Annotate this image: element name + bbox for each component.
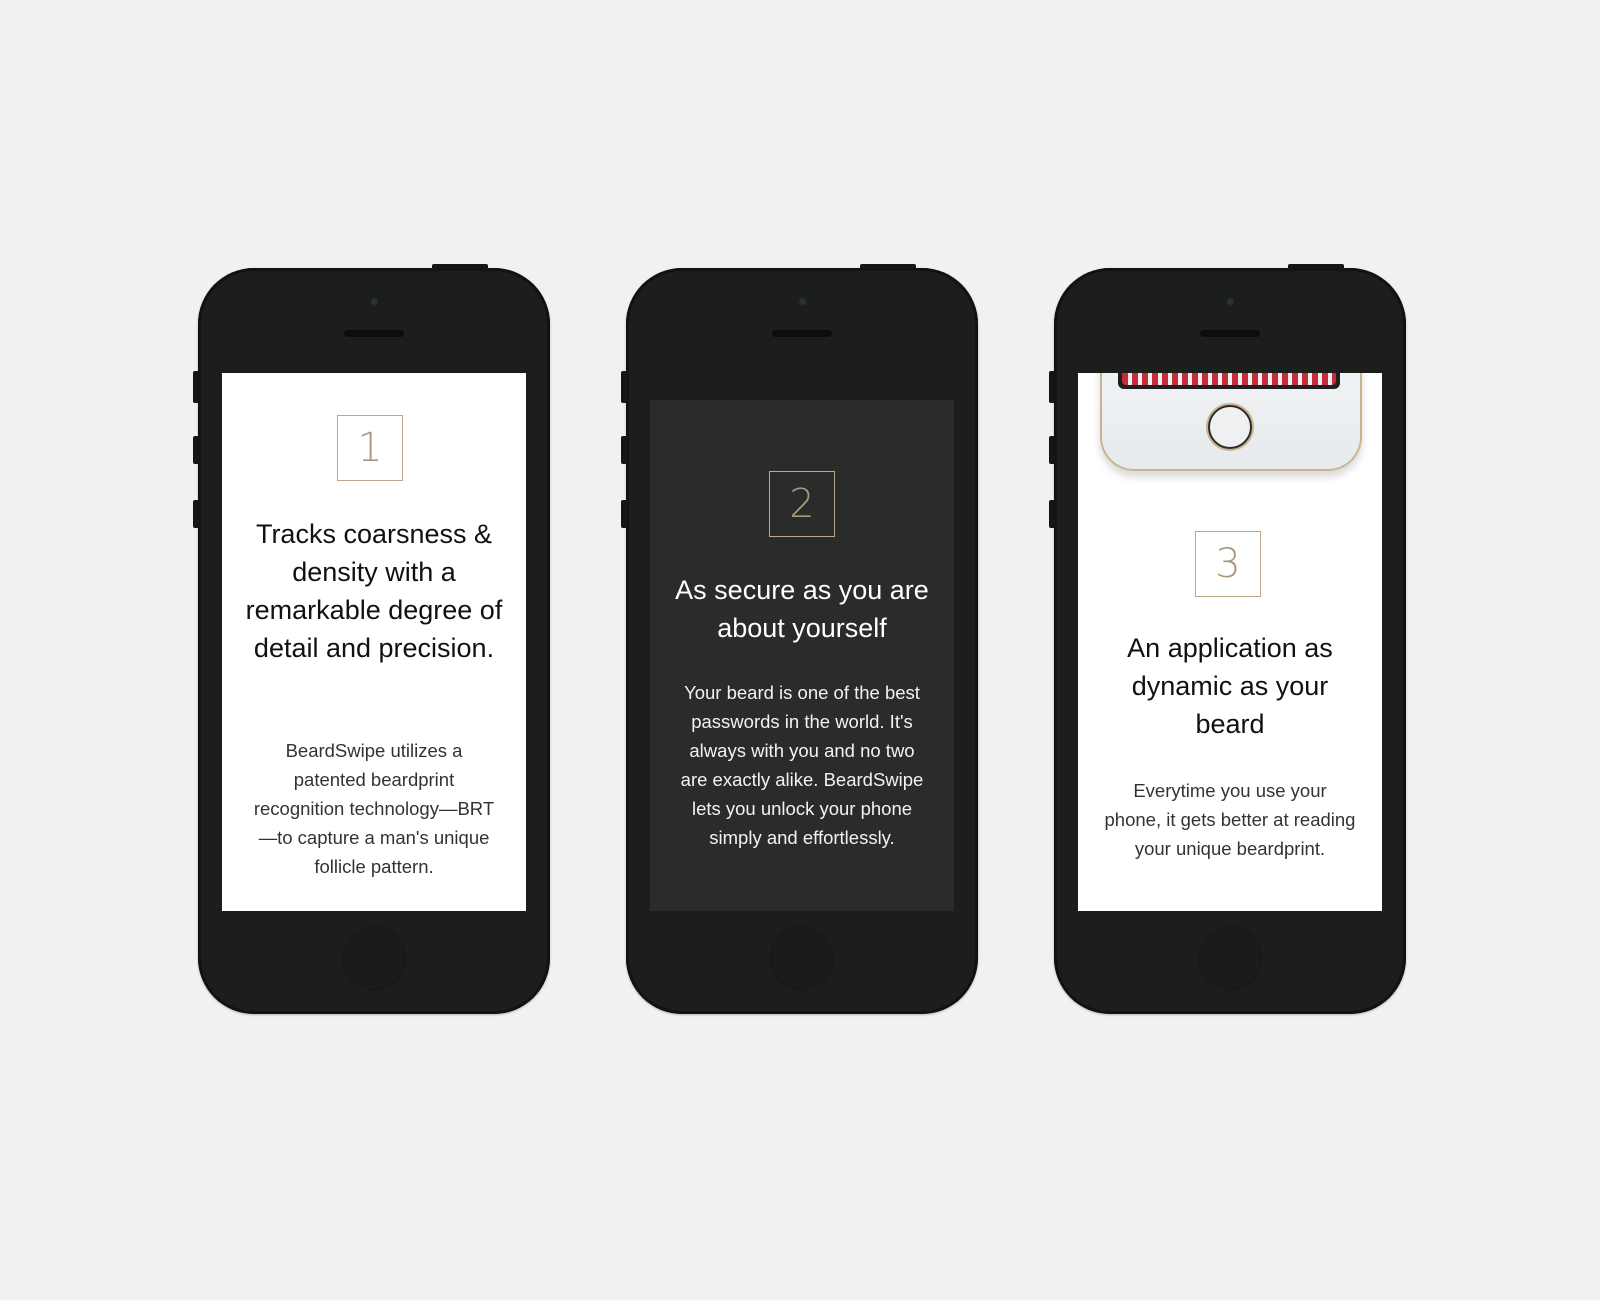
phone-screen-1[interactable]: 1 Tracks coarsness & density with a rema…: [222, 373, 526, 911]
phone-screen-2[interactable]: 2 As secure as you are about yourself Yo…: [650, 373, 954, 911]
earpiece-speaker: [772, 330, 832, 337]
step-number-box: 3: [1195, 531, 1261, 597]
power-button: [1288, 264, 1344, 270]
power-button: [432, 264, 488, 270]
volume-up-button: [621, 436, 627, 464]
mute-switch: [1049, 371, 1055, 403]
volume-up-button: [193, 436, 199, 464]
feature-description: Everytime you use your phone, it gets be…: [1104, 780, 1356, 859]
home-button: [1199, 927, 1261, 989]
mute-switch: [193, 371, 199, 403]
phone-mockup-1: 1 Tracks coarsness & density with a rema…: [193, 264, 550, 1014]
volume-down-button: [621, 500, 627, 528]
volume-down-button: [1049, 500, 1055, 528]
feature-description: Your beard is one of the best passwords …: [680, 682, 924, 848]
volume-up-button: [1049, 436, 1055, 464]
phone-mockup-3: 3 An application as dynamic as your bear…: [1049, 264, 1406, 1014]
earpiece-speaker: [1200, 330, 1260, 337]
checkered-pattern: [1122, 373, 1336, 385]
front-camera: [799, 298, 806, 305]
earpiece-speaker: [344, 330, 404, 337]
feature-heading: Tracks coarsness & density with a remark…: [245, 519, 503, 663]
feature-heading: An application as dynamic as your beard: [1127, 633, 1333, 739]
step-number-box: 2: [769, 471, 835, 537]
feature-description: BeardSwipe utilizes a patented beardprin…: [253, 740, 495, 877]
step-number-box: 1: [337, 415, 403, 481]
power-button: [860, 264, 916, 270]
home-button: [343, 927, 405, 989]
phone-product-image: [1100, 373, 1362, 471]
home-button: [771, 927, 833, 989]
volume-down-button: [193, 500, 199, 528]
phone-screen-3[interactable]: 3 An application as dynamic as your bear…: [1078, 373, 1382, 911]
phone-product-home-button: [1208, 405, 1252, 449]
mute-switch: [621, 371, 627, 403]
feature-heading: As secure as you are about yourself: [675, 575, 929, 643]
front-camera: [371, 298, 378, 305]
phone-product-screen: [1118, 373, 1340, 389]
front-camera: [1227, 298, 1234, 305]
phone-mockup-2: 2 As secure as you are about yourself Yo…: [621, 264, 978, 1014]
